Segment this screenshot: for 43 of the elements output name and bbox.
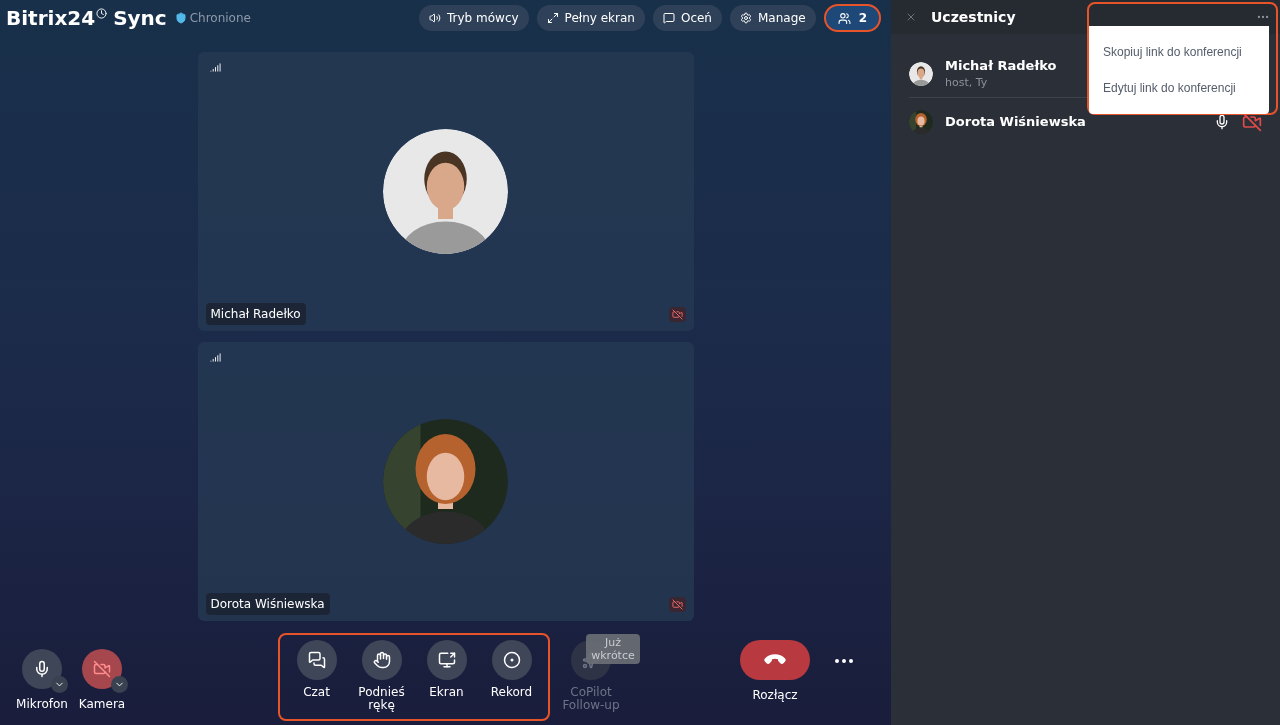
- participant-role: host, Ty: [945, 75, 988, 91]
- participants-button[interactable]: 2: [823, 4, 881, 32]
- action-button[interactable]: Podnieś rękę: [351, 640, 412, 719]
- microphone-button[interactable]: [22, 649, 62, 689]
- toolbar-button[interactable]: Tryb mówcy: [419, 5, 529, 31]
- expand-icon: [546, 12, 559, 24]
- participant-name: Dorota Wiśniewska: [205, 593, 330, 615]
- action-button[interactable]: Rekord: [481, 640, 542, 719]
- toolbar-button[interactable]: Manage: [729, 5, 816, 31]
- toolbar-button[interactable]: Pełny ekran: [536, 5, 645, 31]
- control-label: Mikrofon: [16, 696, 68, 713]
- coming-soon-tooltip: Już wkrótce: [586, 634, 640, 664]
- chat-bubbles-icon: [307, 651, 326, 669]
- toolbar-button[interactable]: Oceń: [652, 5, 722, 31]
- camera-button[interactable]: [82, 649, 122, 689]
- hang-up-label: Rozłącz: [752, 687, 798, 704]
- control-label: Kamera: [78, 696, 126, 713]
- participant-name: Michał Radełko: [945, 56, 1057, 75]
- hand-icon: [372, 651, 391, 669]
- organization-label: Chronione: [189, 10, 251, 27]
- users-icon: [837, 11, 851, 25]
- action-button[interactable]: Ekran: [416, 640, 477, 719]
- speaker-icon: [429, 12, 441, 24]
- participant-name: Dorota Wiśniewska: [945, 113, 1086, 132]
- chevron-button[interactable]: [51, 676, 68, 693]
- action-button[interactable]: Czat: [286, 640, 347, 719]
- shield-icon: [174, 12, 187, 24]
- panel-title: Uczestnicy: [931, 7, 1016, 27]
- menu-item[interactable]: Edytuj link do konferencji: [1089, 70, 1269, 106]
- close-icon[interactable]: [905, 11, 917, 23]
- menu-item[interactable]: Skopiuj link do konferencji: [1089, 34, 1269, 70]
- microphone-icon: [33, 660, 51, 678]
- signal-icon: [209, 62, 221, 73]
- message-icon: [662, 12, 675, 24]
- camera-off-icon: [93, 660, 111, 678]
- signal-icon: [209, 352, 221, 363]
- record-icon: [502, 651, 521, 669]
- screen-share-icon: [437, 651, 456, 669]
- hang-up-button[interactable]: [740, 640, 810, 680]
- settings-icon: [739, 12, 752, 24]
- app-logo: Bitrix24 Sync: [6, 5, 167, 32]
- chevron-button[interactable]: [111, 676, 128, 693]
- participant-name: Michał Radełko: [205, 303, 306, 325]
